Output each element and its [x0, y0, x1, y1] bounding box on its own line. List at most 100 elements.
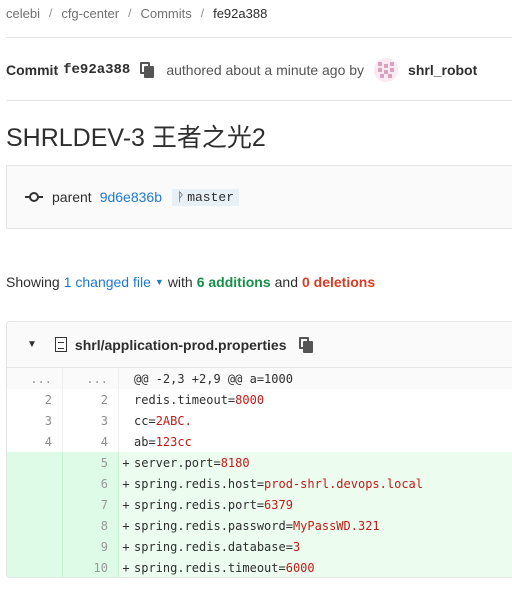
branch-name: master — [187, 189, 235, 205]
diff-line-context: 3 3 cc=2ABC. — [7, 410, 512, 431]
copy-icon[interactable] — [140, 62, 155, 78]
new-line-number[interactable]: 2 — [63, 389, 119, 410]
code-key: spring.redis.password= — [134, 518, 293, 533]
new-line-number[interactable]: 10 — [63, 557, 119, 577]
breadcrumb-separator: / — [48, 6, 53, 20]
new-line-number[interactable]: 6 — [63, 473, 119, 494]
branch-icon: ᚹ — [177, 190, 185, 204]
and-text: and — [274, 274, 298, 290]
divider — [6, 37, 512, 38]
commit-icon — [25, 191, 43, 203]
divider — [6, 100, 512, 101]
changed-files-dropdown[interactable]: 1 changed file — [64, 274, 151, 290]
breadcrumb-commits[interactable]: Commits — [140, 6, 191, 21]
code-text: spring.redis.password=MyPassWD.321 — [133, 519, 380, 533]
new-line-number[interactable]: 8 — [63, 515, 119, 536]
new-line-number[interactable]: ... — [63, 368, 119, 389]
diff-sign: + — [122, 518, 130, 533]
diff-sign: + — [122, 497, 130, 512]
code-value: 8180 — [220, 455, 250, 470]
code-value: 123cc — [155, 434, 192, 449]
breadcrumb-separator: / — [128, 6, 132, 20]
old-line-number[interactable] — [7, 473, 63, 494]
breadcrumb-separator: / — [200, 6, 205, 20]
diff-hunk-header: ...... @@ -2,3 +2,9 @@ a=1000 — [7, 368, 512, 389]
diff-line-context: 2 2 redis.timeout=8000 — [7, 389, 512, 410]
collapse-caret-icon[interactable]: ▼ — [27, 339, 37, 350]
diff-sign: + — [122, 539, 130, 554]
commit-label: Commit — [6, 62, 59, 78]
old-line-number[interactable] — [7, 452, 63, 473]
code-key: @@ -2,3 +2,9 @@ a=1000 — [134, 371, 293, 386]
diff-sign: + — [122, 560, 130, 575]
code-value: 2ABC. — [155, 413, 192, 428]
code-text: server.port=8180 — [133, 456, 250, 470]
code-key: spring.redis.host= — [134, 476, 265, 491]
new-line-number[interactable]: 7 — [63, 494, 119, 515]
old-line-number[interactable]: ... — [7, 368, 63, 389]
code-key: redis.timeout= — [134, 392, 236, 407]
file-name[interactable]: shrl/application-prod.properties — [75, 337, 287, 353]
diff-file: ▼ shrl/application-prod.properties .....… — [6, 321, 512, 578]
file-icon — [54, 337, 67, 352]
copy-file-path-icon[interactable] — [298, 336, 313, 353]
code-key: server.port= — [134, 455, 221, 470]
breadcrumb-current-commit[interactable]: fe92a388 — [213, 6, 267, 21]
new-line-number[interactable]: 4 — [63, 431, 119, 452]
author-link[interactable]: shrl_robot — [408, 62, 477, 78]
code-key: spring.redis.database= — [134, 539, 293, 554]
diff-summary: Showing 1 changed file ▼ with 6 addition… — [6, 274, 375, 290]
diff-line-context: 4 4 ab=123cc — [7, 431, 512, 452]
branch-badge[interactable]: ᚹ master — [172, 188, 240, 206]
new-line-number[interactable]: 9 — [63, 536, 119, 557]
new-line-number[interactable]: 3 — [63, 410, 119, 431]
code-text: cc=2ABC. — [133, 414, 192, 428]
code-text: redis.timeout=8000 — [133, 393, 264, 407]
diff-sign: + — [122, 455, 130, 470]
code-text: @@ -2,3 +2,9 @@ a=1000 — [133, 372, 293, 386]
diff-line-added: 5 + server.port=8180 — [7, 452, 512, 473]
code-text: ab=123cc — [133, 435, 192, 449]
code-value: 6379 — [264, 497, 293, 512]
code-text: spring.redis.timeout=6000 — [133, 561, 315, 575]
parent-sha-link[interactable]: 9d6e836b — [100, 189, 162, 205]
code-key: cc= — [134, 413, 156, 428]
additions-count: 6 additions — [196, 274, 271, 290]
author-avatar[interactable] — [374, 58, 399, 82]
parent-label: parent — [52, 189, 92, 205]
code-value: 3 — [292, 539, 301, 554]
commit-sha: fe92a388 — [63, 62, 131, 78]
code-text: spring.redis.database=3 — [133, 540, 300, 554]
new-line-number[interactable]: 5 — [63, 452, 119, 473]
old-line-number[interactable]: 4 — [7, 431, 63, 452]
diff-content: ...... @@ -2,3 +2,9 @@ a=1000 2 2 redis.time… — [7, 368, 512, 577]
commit-header: Commit fe92a388 authored about a minute … — [6, 58, 477, 82]
old-line-number[interactable] — [7, 557, 63, 577]
old-line-number[interactable] — [7, 494, 63, 515]
code-text: spring.redis.port=6379 — [133, 498, 293, 512]
caret-down-icon[interactable]: ▼ — [155, 277, 164, 287]
code-value: 8000 — [235, 392, 265, 407]
breadcrumb-group[interactable]: celebi — [6, 6, 40, 21]
old-line-number[interactable]: 3 — [7, 410, 63, 431]
diff-line-added: 6 + spring.redis.host=prod-shrl.devops.loc… — [7, 473, 512, 494]
diff-line-added: 7 + spring.redis.port=6379 — [7, 494, 512, 515]
breadcrumb: celebi / cfg-center / Commits / fe92a388 — [6, 3, 267, 23]
code-value: MyPassWD.321 — [292, 518, 380, 533]
old-line-number[interactable] — [7, 515, 63, 536]
diff-line-added: 9 + spring.redis.database=3 — [7, 536, 512, 557]
code-key: spring.redis.port= — [134, 497, 265, 512]
code-value: 6000 — [285, 560, 315, 575]
diff-file-header[interactable]: ▼ shrl/application-prod.properties — [7, 322, 512, 368]
diff-line-added: 10 + spring.redis.timeout=6000 — [7, 557, 512, 577]
old-line-number[interactable]: 2 — [7, 389, 63, 410]
with-text: with — [167, 274, 193, 290]
code-text: spring.redis.host=prod-shrl.devops.local — [133, 477, 423, 491]
code-value: prod-shrl.devops.local — [264, 476, 423, 491]
commit-info-box: parent 9d6e836b ᚹ master — [6, 165, 512, 229]
breadcrumb-project[interactable]: cfg-center — [61, 6, 119, 21]
showing-text: Showing — [6, 274, 60, 290]
deletions-count: 0 deletions — [301, 274, 376, 290]
diff-line-added: 8 + spring.redis.password=MyPassWD.321 — [7, 515, 512, 536]
old-line-number[interactable] — [7, 536, 63, 557]
